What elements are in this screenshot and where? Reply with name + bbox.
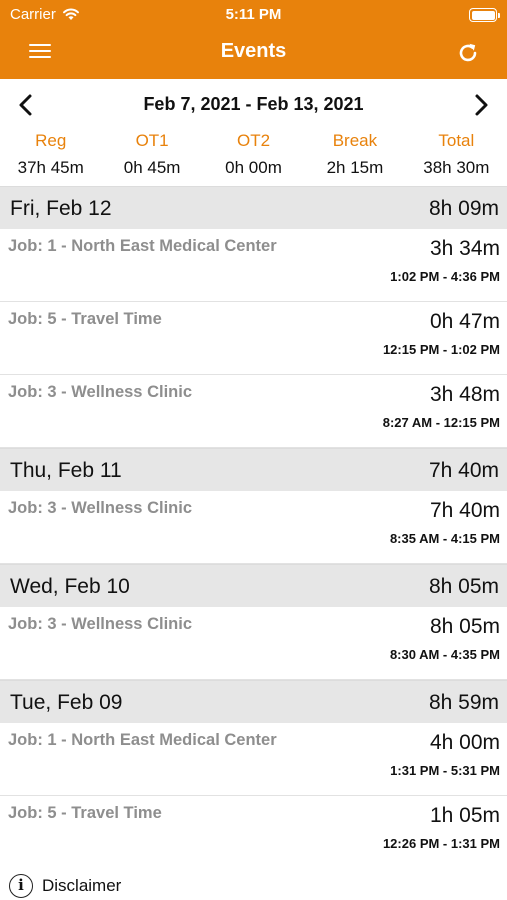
event-duration: 7h 40m — [429, 499, 500, 522]
day-hours: 8h 05m — [428, 575, 499, 598]
event-job: Job: 1 - North East Medical Center — [8, 237, 277, 255]
summary-value: 0h 00m — [225, 158, 282, 177]
event-row[interactable]: Job: 5 - Travel Time 0h 47m 12:15 PM - 1… — [0, 302, 507, 375]
day-header: Tue, Feb 09 8h 59m — [0, 680, 507, 723]
event-job: Job: 3 - Wellness Clinic — [8, 615, 192, 633]
event-job: Job: 3 - Wellness Clinic — [8, 383, 192, 401]
day-date: Fri, Feb 12 — [10, 197, 112, 220]
event-time-span: 1:31 PM - 5:31 PM — [390, 763, 500, 778]
event-row[interactable]: Job: 1 - North East Medical Center 3h 34… — [0, 229, 507, 302]
event-time-span: 8:27 AM - 12:15 PM — [382, 415, 500, 430]
page-title: Events — [220, 40, 287, 62]
week-range: Feb 7, 2021 - Feb 13, 2021 — [143, 94, 364, 114]
day-header: Fri, Feb 12 8h 09m — [0, 186, 507, 229]
summary-ot1: OT1 0h 45m — [101, 130, 202, 186]
event-duration: 1h 05m — [429, 804, 500, 827]
event-duration: 4h 00m — [429, 731, 500, 754]
summary-value: 38h 30m — [423, 158, 490, 177]
event-job: Job: 5 - Travel Time — [8, 804, 162, 822]
day-header: Thu, Feb 11 7h 40m — [0, 448, 507, 491]
day-date: Tue, Feb 09 — [10, 691, 123, 714]
event-time-span: 8:35 AM - 4:15 PM — [389, 531, 500, 546]
day-date: Thu, Feb 11 — [10, 459, 122, 482]
chevron-right-icon[interactable] — [467, 91, 495, 119]
summary-reg: Reg 37h 45m — [0, 130, 101, 186]
summary-break: Break 2h 15m — [304, 130, 405, 186]
summary-value: 2h 15m — [326, 158, 384, 177]
summary-total: Total 38h 30m — [406, 130, 507, 186]
day-hours: 8h 09m — [428, 197, 499, 220]
refresh-icon[interactable] — [455, 40, 481, 66]
event-row[interactable]: Job: 3 - Wellness Clinic 8h 05m 8:30 AM … — [0, 607, 507, 680]
event-row[interactable]: Job: 5 - Travel Time 1h 05m 12:26 PM - 1… — [0, 796, 507, 869]
week-navigator: Feb 7, 2021 - Feb 13, 2021 — [0, 79, 507, 129]
status-bar: Carrier 5:11 PM — [0, 4, 507, 26]
event-duration: 3h 48m — [429, 383, 500, 406]
events-list: Fri, Feb 12 8h 09m Job: 1 - North East M… — [0, 186, 507, 869]
info-icon[interactable]: i — [9, 874, 33, 898]
footer: i Disclaimer — [0, 868, 507, 900]
day-header: Wed, Feb 10 8h 05m — [0, 564, 507, 607]
summary-ot2: OT2 0h 00m — [203, 130, 304, 186]
summary-label: OT1 — [135, 131, 169, 150]
event-time-span: 12:26 PM - 1:31 PM — [382, 836, 500, 851]
summary-label: OT2 — [236, 131, 271, 150]
hours-summary: Reg 37h 45m OT1 0h 45m OT2 0h 00m Break … — [0, 130, 507, 186]
event-time-span: 1:02 PM - 4:36 PM — [390, 269, 500, 284]
day-hours: 8h 59m — [428, 691, 499, 714]
disclaimer-link[interactable]: Disclaimer — [42, 876, 121, 896]
status-time: 5:11 PM — [225, 6, 282, 23]
event-duration: 8h 05m — [429, 615, 500, 638]
summary-value: 0h 45m — [123, 158, 181, 177]
event-row[interactable]: Job: 3 - Wellness Clinic 3h 48m 8:27 AM … — [0, 375, 507, 448]
event-time-span: 12:15 PM - 1:02 PM — [382, 342, 500, 357]
event-time-span: 8:30 AM - 4:35 PM — [389, 647, 500, 662]
summary-label: Reg — [35, 131, 67, 150]
day-hours: 7h 40m — [428, 459, 499, 482]
event-job: Job: 3 - Wellness Clinic — [8, 499, 192, 517]
nav-bar: Carrier 5:11 PM Events — [0, 0, 507, 79]
summary-label: Total — [438, 131, 475, 150]
event-row[interactable]: Job: 3 - Wellness Clinic 7h 40m 8:35 AM … — [0, 491, 507, 564]
day-date: Wed, Feb 10 — [10, 575, 130, 598]
event-job: Job: 5 - Travel Time — [8, 310, 162, 328]
event-duration: 3h 34m — [429, 237, 500, 260]
battery-icon — [469, 8, 500, 22]
summary-label: Break — [332, 131, 378, 150]
summary-value: 37h 45m — [17, 158, 84, 177]
event-duration: 0h 47m — [429, 310, 500, 333]
event-job: Job: 1 - North East Medical Center — [8, 731, 277, 749]
event-row[interactable]: Job: 1 - North East Medical Center 4h 00… — [0, 723, 507, 796]
